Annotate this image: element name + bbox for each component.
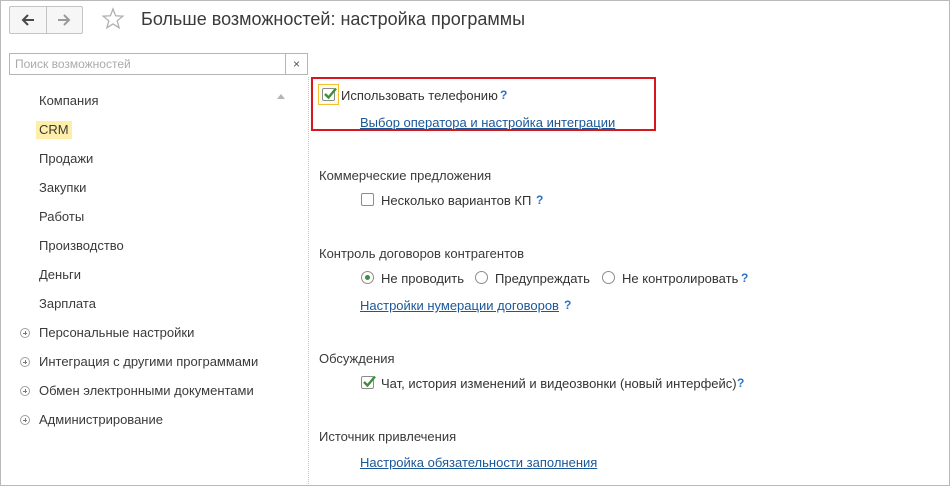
back-button[interactable] <box>10 7 46 33</box>
expand-icon[interactable] <box>20 328 30 338</box>
expand-icon[interactable] <box>20 415 30 425</box>
sidebar-item-sales[interactable]: Продажи <box>39 150 93 168</box>
sidebar-item-money[interactable]: Деньги <box>39 266 81 284</box>
sidebar-item-purchases[interactable]: Закупки <box>39 179 86 197</box>
discussions-help-button[interactable]: ? <box>737 376 744 390</box>
commercial-offers-title: Коммерческие предложения <box>319 168 492 183</box>
commercial-help-button[interactable]: ? <box>536 193 543 207</box>
use-telephony-checkbox[interactable] <box>322 87 337 101</box>
expand-icon[interactable] <box>20 357 30 367</box>
sidebar-item-integration[interactable]: Интеграция с другими программами <box>20 353 259 371</box>
contracts-control-title: Контроль договоров контрагентов <box>319 246 525 261</box>
scroll-up-arrow-icon[interactable] <box>277 94 285 99</box>
telephony-help-button[interactable]: ? <box>500 88 507 102</box>
sidebar-item-label: Обмен электронными документами <box>39 383 254 398</box>
search-input[interactable] <box>10 54 285 74</box>
multiple-variants-checkbox[interactable] <box>361 193 374 206</box>
navigation-buttons <box>9 6 83 34</box>
radio-warn-label[interactable]: Предупреждать <box>495 271 590 286</box>
sidebar-item-administration[interactable]: Администрирование <box>20 411 163 429</box>
use-telephony-label[interactable]: Использовать телефонию <box>341 88 498 103</box>
radio-do-not-control[interactable] <box>602 271 615 284</box>
multiple-variants-label[interactable]: Несколько вариантов КП <box>381 193 531 208</box>
search-box: × <box>9 53 308 75</box>
page-title: Больше возможностей: настройка программы <box>141 9 526 29</box>
sidebar-item-edo[interactable]: Обмен электронными документами <box>20 382 254 400</box>
chat-history-checkbox[interactable] <box>361 375 376 389</box>
discussions-title: Обсуждения <box>319 351 395 366</box>
chat-history-label[interactable]: Чат, история изменений и видеозвонки (но… <box>381 376 737 391</box>
star-icon <box>101 7 125 30</box>
checkmark-icon <box>363 375 376 388</box>
radio-no-control-label[interactable]: Не проводить <box>381 271 464 286</box>
forward-button[interactable] <box>45 7 83 33</box>
sidebar-item-company[interactable]: Компания <box>39 92 99 110</box>
arrow-right-icon <box>58 14 71 26</box>
arrow-left-icon <box>21 14 34 26</box>
sidebar-item-label: Персональные настройки <box>39 325 195 340</box>
source-title: Источник привлечения <box>319 429 457 444</box>
sidebar-item-crm[interactable]: CRM <box>36 121 72 139</box>
clear-search-button[interactable]: × <box>285 54 307 74</box>
checkmark-icon <box>324 87 337 100</box>
contracts-help-button[interactable]: ? <box>741 271 748 285</box>
operator-integration-link[interactable]: Выбор оператора и настройка интеграции <box>360 115 615 130</box>
required-fill-link[interactable]: Настройка обязательности заполнения <box>360 455 597 470</box>
sidebar-item-works[interactable]: Работы <box>39 208 84 226</box>
sidebar-item-salary[interactable]: Зарплата <box>39 295 96 313</box>
favorite-button[interactable] <box>101 7 125 31</box>
expand-icon[interactable] <box>20 386 30 396</box>
numbering-help-button[interactable]: ? <box>564 298 571 312</box>
sidebar-item-production[interactable]: Производство <box>39 237 124 255</box>
sidebar-item-personal-settings[interactable]: Персональные настройки <box>20 324 195 342</box>
radio-warn[interactable] <box>475 271 488 284</box>
contract-numbering-link[interactable]: Настройки нумерации договоров <box>360 298 559 313</box>
panel-divider[interactable] <box>308 77 309 485</box>
sidebar-item-label: Интеграция с другими программами <box>39 354 259 369</box>
radio-no-control[interactable] <box>361 271 374 284</box>
radio-do-not-control-label[interactable]: Не контролировать <box>622 271 738 286</box>
sidebar-item-label: Администрирование <box>39 412 163 427</box>
